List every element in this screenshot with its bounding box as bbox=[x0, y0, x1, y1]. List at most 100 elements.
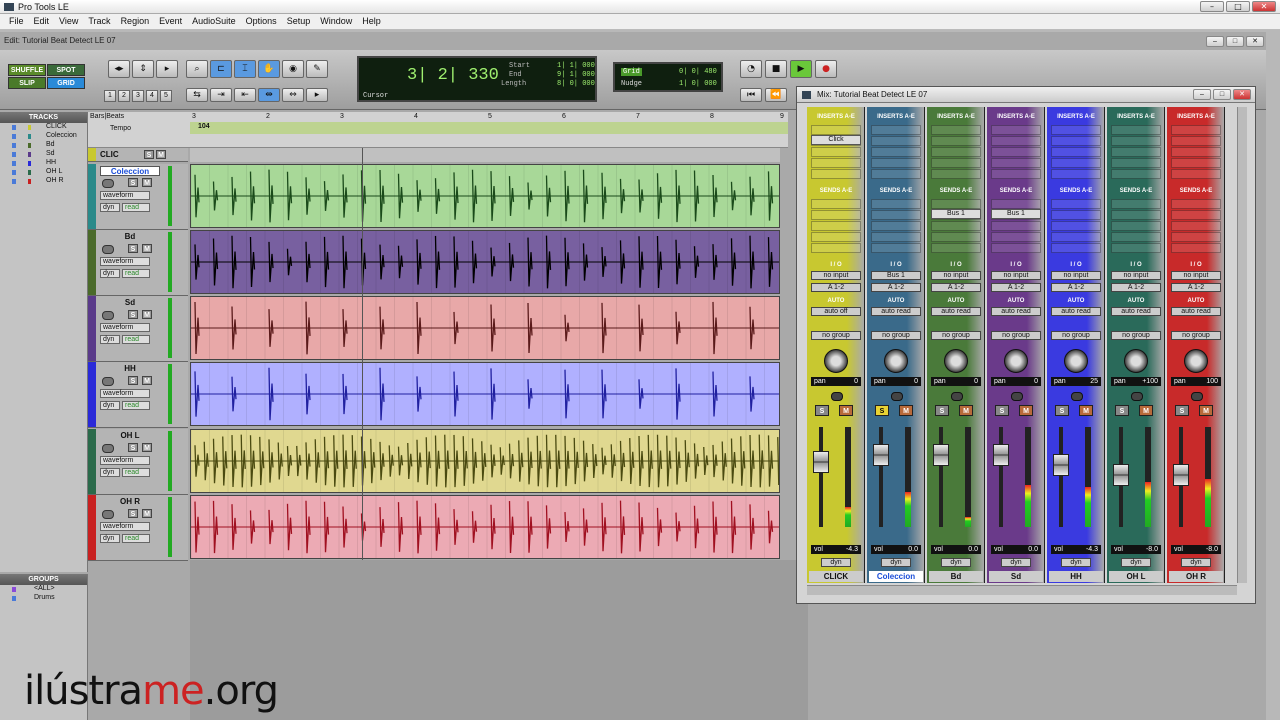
track-name[interactable]: CLIC bbox=[100, 150, 130, 160]
track-view-selector[interactable]: waveform bbox=[100, 522, 150, 531]
mute-button[interactable]: M bbox=[142, 244, 152, 253]
automation-mode-selector[interactable]: auto read bbox=[1111, 307, 1161, 316]
maximize-icon[interactable]: □ bbox=[1226, 1, 1250, 12]
pan-knob[interactable] bbox=[1184, 349, 1208, 373]
send-slot[interactable] bbox=[1051, 243, 1101, 253]
send-slot[interactable] bbox=[811, 243, 861, 253]
insert-slot[interactable] bbox=[931, 136, 981, 146]
volume-display[interactable]: vol -8.0 bbox=[1171, 545, 1221, 554]
insert-plugin[interactable]: Click bbox=[811, 135, 861, 145]
edit-close-icon[interactable]: ✕ bbox=[1246, 36, 1264, 47]
track-name[interactable]: OH R bbox=[100, 497, 160, 507]
strip-name[interactable]: Sd bbox=[989, 571, 1043, 582]
volume-display[interactable]: vol 0.0 bbox=[871, 545, 921, 554]
grid-mode-button[interactable]: GRID bbox=[47, 77, 85, 89]
track-name[interactable]: Bd bbox=[100, 232, 160, 242]
insert-slot[interactable] bbox=[871, 158, 921, 168]
voice-selector[interactable]: dyn bbox=[881, 558, 911, 567]
group-selector[interactable]: no group bbox=[871, 331, 921, 340]
groups-header[interactable]: GROUPS bbox=[0, 574, 87, 585]
insert-slot[interactable] bbox=[1171, 147, 1221, 157]
menu-setup[interactable]: Setup bbox=[282, 14, 316, 29]
tracks-list-item[interactable]: OH L bbox=[0, 168, 87, 177]
track-lane[interactable] bbox=[190, 296, 780, 360]
stop-icon[interactable]: ■ bbox=[765, 60, 787, 78]
send-slot[interactable] bbox=[871, 221, 921, 231]
send-assignment[interactable]: Bus 1 bbox=[991, 209, 1041, 219]
track-lane[interactable] bbox=[190, 230, 780, 294]
show-track-icon[interactable] bbox=[12, 134, 16, 139]
mute-button[interactable]: M bbox=[1139, 405, 1153, 416]
tracks-list-item[interactable]: OH R bbox=[0, 177, 87, 186]
solo-button[interactable]: S bbox=[144, 150, 154, 159]
pan-knob[interactable] bbox=[1004, 349, 1028, 373]
volume-fader[interactable] bbox=[1173, 464, 1189, 486]
rewind-icon[interactable]: ⏪ bbox=[765, 88, 787, 102]
track-view-selector[interactable]: waveform bbox=[100, 257, 150, 266]
track-lane[interactable] bbox=[190, 148, 780, 162]
pan-display[interactable]: pan +100 bbox=[1111, 377, 1161, 386]
pan-knob[interactable] bbox=[824, 349, 848, 373]
insert-slot[interactable] bbox=[1051, 136, 1101, 146]
send-slot[interactable] bbox=[811, 210, 861, 220]
send-slot[interactable] bbox=[1171, 210, 1221, 220]
automation-mode-selector[interactable]: read bbox=[122, 534, 150, 543]
strip-name[interactable]: Coleccion bbox=[869, 571, 923, 582]
strip-name[interactable]: OH R bbox=[1169, 571, 1223, 582]
output-selector[interactable]: A 1-2 bbox=[871, 283, 921, 292]
zoom-preset-button[interactable]: 3 bbox=[132, 90, 144, 102]
output-selector[interactable]: A 1-2 bbox=[1051, 283, 1101, 292]
insert-slot[interactable] bbox=[931, 169, 981, 179]
pan-display[interactable]: pan 0 bbox=[931, 377, 981, 386]
solo-button[interactable]: S bbox=[128, 509, 138, 518]
send-slot[interactable] bbox=[871, 210, 921, 220]
input-selector[interactable]: no input bbox=[991, 271, 1041, 280]
send-slot[interactable] bbox=[811, 232, 861, 242]
track-header[interactable]: Coleccion S Mwaveform dyn read bbox=[88, 164, 188, 230]
track-lane[interactable] bbox=[190, 164, 780, 228]
automation-mode-selector[interactable]: read bbox=[122, 269, 150, 278]
mix-close-icon[interactable]: ✕ bbox=[1233, 89, 1251, 100]
volume-display[interactable]: vol -8.0 bbox=[1111, 545, 1161, 554]
tracks-list-item[interactable]: Sd bbox=[0, 150, 87, 159]
insert-slot[interactable] bbox=[811, 169, 861, 179]
volume-fader[interactable] bbox=[1053, 454, 1069, 476]
insert-slot[interactable] bbox=[871, 125, 921, 135]
mute-button[interactable]: M bbox=[142, 310, 152, 319]
send-slot[interactable] bbox=[871, 199, 921, 209]
playhead-icon[interactable]: ▸ bbox=[306, 88, 328, 102]
groups-list-item[interactable]: Drums bbox=[0, 594, 87, 603]
insert-slot[interactable] bbox=[871, 169, 921, 179]
menu-region[interactable]: Region bbox=[116, 14, 155, 29]
shuffle-mode-button[interactable]: SHUFFLE bbox=[8, 64, 46, 76]
track-header-click[interactable]: CLIC S M bbox=[88, 148, 188, 162]
record-enable-icon[interactable] bbox=[1131, 392, 1143, 401]
group-selector[interactable]: no group bbox=[1111, 331, 1161, 340]
menu-file[interactable]: File bbox=[4, 14, 29, 29]
solo-button[interactable]: S bbox=[1115, 405, 1129, 416]
zoom-preset-button[interactable]: 5 bbox=[160, 90, 172, 102]
insert-slot[interactable] bbox=[1051, 147, 1101, 157]
play-icon[interactable]: ▶ bbox=[790, 60, 812, 78]
send-slot[interactable] bbox=[931, 232, 981, 242]
zoom-preset-button[interactable]: 1 bbox=[104, 90, 116, 102]
selector-tool-icon[interactable]: ⌶ bbox=[234, 60, 256, 78]
voice-selector[interactable]: dyn bbox=[100, 401, 120, 410]
group-selector[interactable]: no group bbox=[1171, 331, 1221, 340]
menu-event[interactable]: Event bbox=[154, 14, 187, 29]
mute-button[interactable]: M bbox=[142, 376, 152, 385]
send-slot[interactable] bbox=[931, 243, 981, 253]
menu-help[interactable]: Help bbox=[357, 14, 386, 29]
mute-button[interactable]: M bbox=[959, 405, 973, 416]
show-track-icon[interactable] bbox=[12, 170, 16, 175]
insert-slot[interactable] bbox=[991, 136, 1041, 146]
insert-slot[interactable] bbox=[871, 136, 921, 146]
output-selector[interactable]: A 1-2 bbox=[811, 283, 861, 292]
pan-display[interactable]: pan 0 bbox=[811, 377, 861, 386]
group-selector[interactable]: no group bbox=[811, 331, 861, 340]
edit-minimize-icon[interactable]: – bbox=[1206, 36, 1224, 47]
online-icon[interactable]: ◔ bbox=[740, 60, 762, 78]
pan-display[interactable]: pan 0 bbox=[991, 377, 1041, 386]
voice-selector[interactable]: dyn bbox=[821, 558, 851, 567]
link-timeline-icon[interactable]: ⇹ bbox=[258, 88, 280, 102]
